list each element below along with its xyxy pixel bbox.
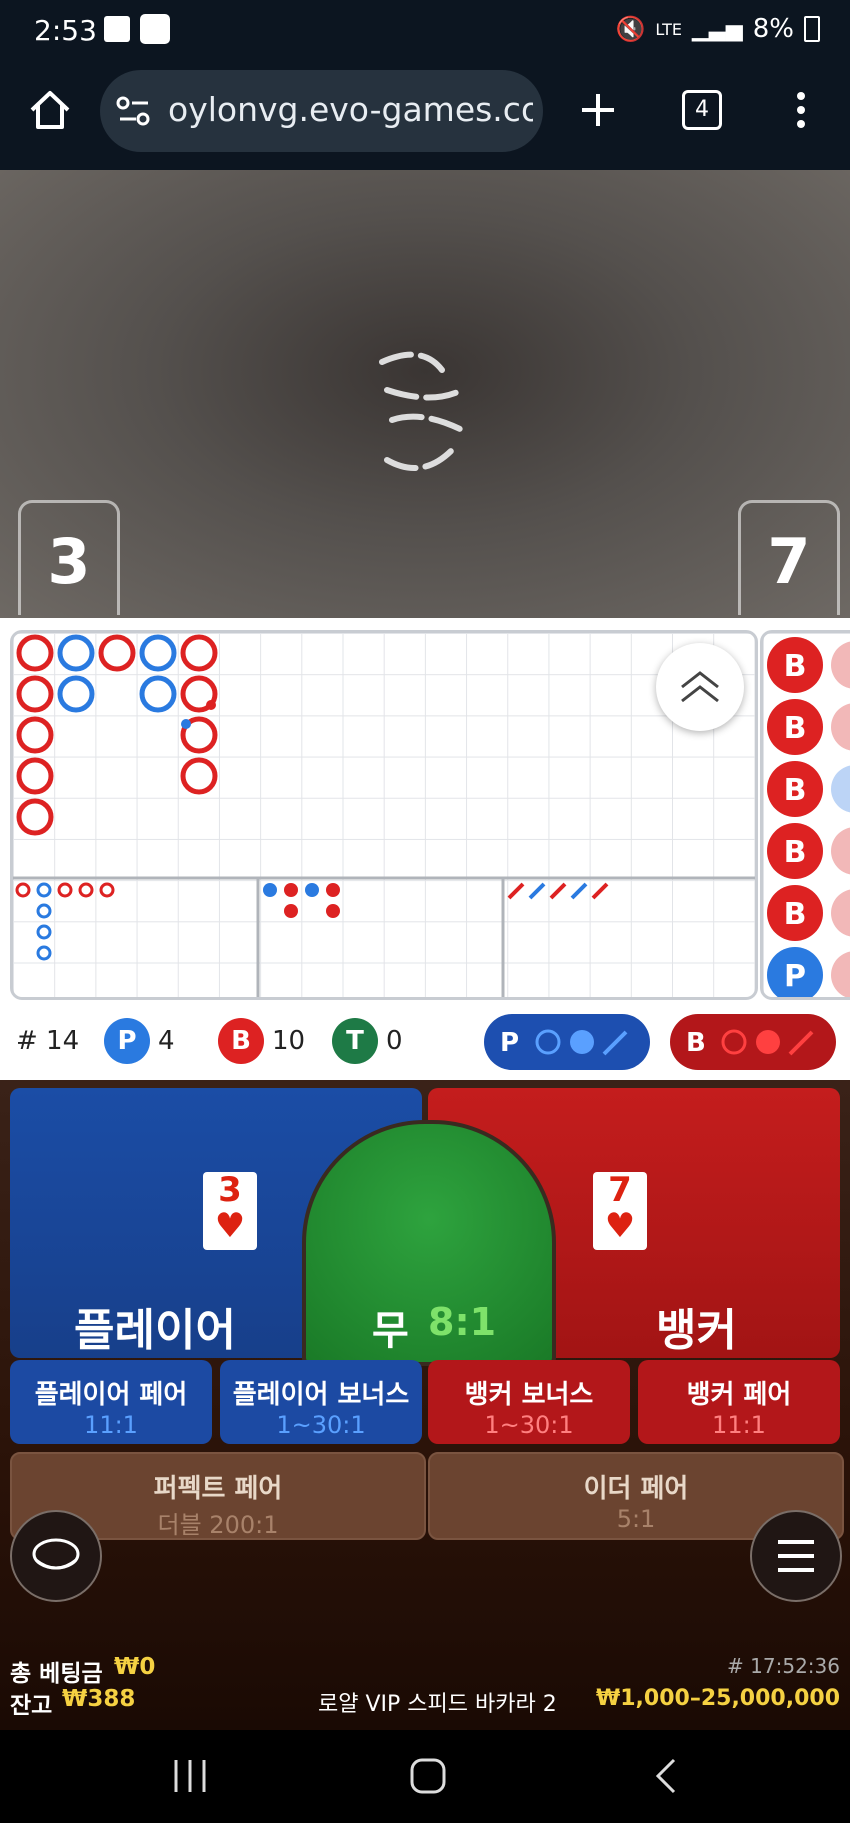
player-pair-label: 플레이어 페어 [34, 1380, 188, 1410]
chat-icon [32, 1538, 80, 1570]
banker-card-rank: 7 [608, 1170, 632, 1210]
bead-mark-5: B [784, 897, 807, 932]
tie-bet-odds: 8:1 [428, 1300, 497, 1344]
bead-mark-1: B [784, 649, 807, 684]
banker-wins-badge: B [218, 1018, 264, 1064]
player-wins-badge: P [104, 1018, 150, 1064]
banker-bonus-label: 뱅커 보너스 [464, 1380, 594, 1410]
loading-spinner-icon [379, 351, 465, 471]
banker-card: 7 ♥ [593, 1172, 647, 1250]
total-bet-value: ₩0 [114, 1654, 156, 1680]
player-score: 3 [18, 500, 120, 615]
home-nav-icon[interactable] [408, 1756, 448, 1796]
total-bet-label: 총 베팅금 [10, 1661, 103, 1687]
balance-value: ₩388 [62, 1686, 136, 1712]
browser-toolbar: oylonvg.evo-games.com 4 [0, 62, 850, 170]
big-road-marks [13, 634, 755, 997]
bead-road[interactable]: B B B B B P [760, 630, 850, 1000]
url-bar[interactable]: oylonvg.evo-games.com [100, 70, 543, 152]
banker-pair-bet[interactable]: 뱅커 페어 11:1 [638, 1360, 840, 1444]
banker-pair-label: 뱅커 페어 [686, 1380, 792, 1410]
site-settings-icon[interactable] [116, 94, 152, 128]
hamburger-menu-icon [778, 1540, 814, 1572]
url-text[interactable]: oylonvg.evo-games.com [168, 90, 533, 129]
banker-score: 7 [738, 500, 840, 615]
banker-predict-icons [721, 1029, 814, 1056]
banker-bonus-odds: 1~30:1 [484, 1411, 574, 1439]
player-bonus-bet[interactable]: 플레이어 보너스 1~30:1 [220, 1360, 422, 1444]
player-wins-count: 4 [158, 1026, 175, 1056]
player-pair-odds: 11:1 [84, 1411, 138, 1439]
bead-mark-6: P [784, 959, 806, 994]
tie-bet-spot[interactable]: 무 8:1 [302, 1120, 556, 1366]
expand-roadmap-button[interactable] [656, 643, 744, 731]
tab-switcher-button[interactable]: 4 [682, 90, 722, 130]
mute-icon: 🔇 [615, 15, 646, 43]
bead-mark-3: B [784, 773, 807, 808]
tab-count: 4 [695, 97, 709, 122]
banker-predict-button[interactable]: B [670, 1014, 836, 1070]
home-icon[interactable] [28, 88, 72, 132]
banker-bonus-bet[interactable]: 뱅커 보너스 1~30:1 [428, 1360, 630, 1444]
round-id: # 17:52:36 [727, 1654, 840, 1678]
status-time: 2:53 [34, 14, 97, 47]
bead-mark-4: B [784, 835, 807, 870]
player-predict-button[interactable]: P [484, 1014, 650, 1070]
clock-app-icon [140, 14, 170, 44]
perfect-pair-label: 퍼펙트 페어 [153, 1474, 283, 1504]
table-name: 로얄 VIP 스피드 바카라 2 [318, 1692, 557, 1717]
chevron-up-icon [681, 671, 719, 703]
big-road-grid[interactable] [10, 630, 758, 1000]
player-bet-label: 플레이어 [74, 1305, 236, 1356]
menu-button[interactable] [750, 1510, 842, 1602]
banker-pair-odds: 11:1 [712, 1411, 766, 1439]
banker-bet-label: 뱅커 [656, 1305, 737, 1356]
hand-count: # 14 [16, 1026, 80, 1056]
player-card: 3 ♥ [203, 1172, 257, 1250]
bead-road-marks: B B B B B P [767, 637, 850, 997]
tie-badge: T [332, 1018, 378, 1064]
gallery-icon [104, 16, 130, 42]
bead-mark-2: B [784, 711, 807, 746]
status-bar: 2:53 🔇 LTE ▁▃▅ 8% [0, 0, 850, 62]
recent-apps-icon[interactable] [170, 1758, 210, 1794]
battery-percent: 8% [752, 14, 794, 44]
battery-icon [804, 16, 820, 42]
signal-icon: ▁▃▅ [691, 16, 743, 42]
chat-button[interactable] [10, 1510, 102, 1602]
lte-label: LTE [655, 19, 682, 39]
player-predict-icons [535, 1029, 628, 1056]
bet-limits: ₩1,000–25,000,000 [595, 1686, 840, 1711]
either-pair-label: 이더 페어 [583, 1474, 689, 1504]
more-options-icon[interactable] [786, 90, 816, 130]
new-tab-icon[interactable] [578, 90, 618, 130]
live-video: 3 7 [0, 170, 850, 618]
player-card-rank: 3 [218, 1170, 242, 1210]
status-right: 🔇 LTE ▁▃▅ 8% [615, 14, 820, 44]
stats-row: # 14 P 4 B 10 T 0 P B [0, 1010, 850, 1076]
banker-wins-count: 10 [272, 1026, 306, 1056]
player-bonus-label: 플레이어 보너스 [232, 1380, 410, 1410]
player-predict-label: P [500, 1028, 520, 1058]
banker-predict-label: B [686, 1028, 706, 1058]
tie-count: 0 [386, 1026, 403, 1056]
betting-area: 3 ♥ 플레이어 7 ♥ 뱅커 무 8:1 플레이어 페어 11:1 플레이어 보너… [0, 1080, 850, 1730]
player-pair-bet[interactable]: 플레이어 페어 11:1 [10, 1360, 212, 1444]
player-bonus-odds: 1~30:1 [276, 1411, 366, 1439]
back-icon[interactable] [650, 1756, 682, 1796]
tie-bet-label: 무 [372, 1308, 409, 1354]
balance-label: 잔고 [10, 1693, 53, 1719]
system-nav-bar [0, 1730, 850, 1823]
